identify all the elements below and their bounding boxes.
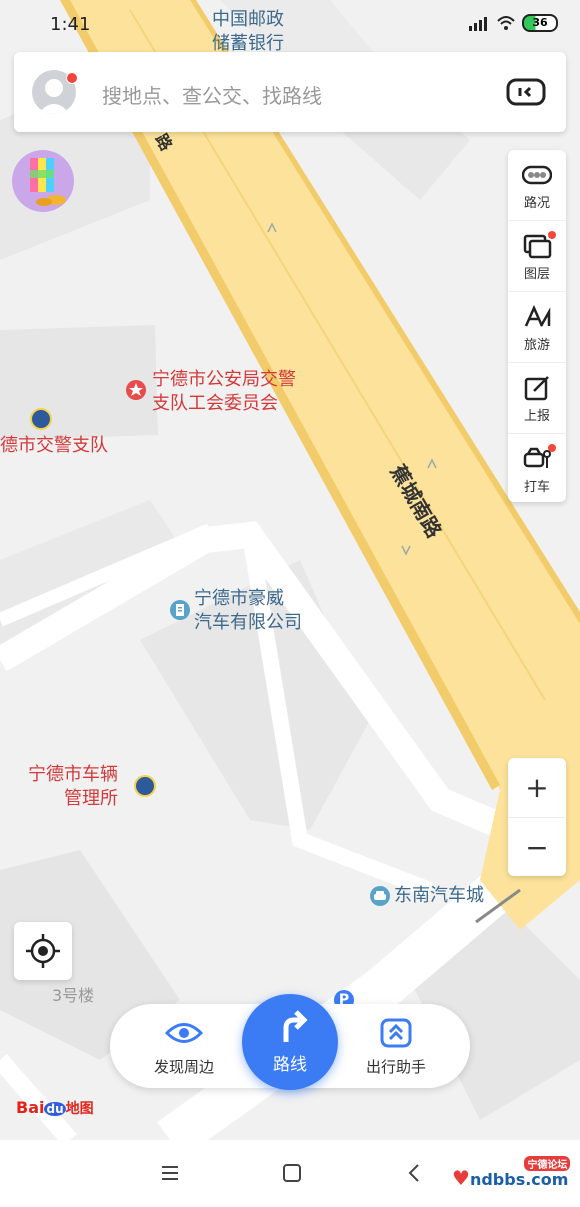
tool-label: 路况 (523, 196, 550, 211)
poi-southeast-auto-city[interactable]: 东南汽车城 (394, 884, 484, 908)
status-time: 1:41 (50, 14, 91, 35)
notification-dot (66, 72, 78, 84)
tool-taxi[interactable]: 打车 (508, 434, 566, 504)
promo-activity-icon[interactable] (12, 150, 74, 212)
police-badge-icon[interactable] (134, 775, 156, 797)
traffic-icon (522, 165, 552, 185)
discover-label: 发现周边 (153, 1058, 214, 1076)
tool-label: 上报 (523, 409, 550, 424)
tool-layers[interactable]: 图层 (508, 221, 566, 292)
poi-vehicle-management[interactable]: 宁德市车辆 管理所 (28, 763, 118, 811)
badge-dot (548, 231, 556, 239)
zoom-controls: + − (508, 758, 566, 876)
status-icons: 36 (468, 14, 558, 32)
baidu-map-logo: Bai du 地图 (16, 1098, 94, 1117)
route-arrow-icon (283, 1010, 308, 1042)
star-pin-icon[interactable] (126, 380, 146, 400)
search-input[interactable]: 搜地点、查公交、找路线 (102, 80, 322, 109)
tool-label: 图层 (523, 267, 550, 282)
zoom-out-button[interactable]: − (508, 818, 566, 877)
route-label: 路线 (273, 1055, 307, 1075)
tool-label: 旅游 (523, 338, 550, 353)
assistant-icon (380, 1018, 412, 1048)
car-icon[interactable] (370, 886, 390, 906)
eye-icon (164, 1023, 204, 1043)
report-icon (524, 376, 549, 401)
menu-icon[interactable] (158, 1160, 188, 1186)
poi-haowei-auto[interactable]: 宁德市豪威 汽车有限公司 (194, 587, 302, 635)
wifi-icon (497, 16, 515, 30)
travel-assistant-button[interactable]: 出行助手 (346, 1018, 446, 1077)
discover-nearby-button[interactable]: 发现周边 (134, 1018, 234, 1077)
police-badge-icon[interactable] (30, 408, 52, 430)
poi-traffic-union[interactable]: 宁德市公安局交警 支队工会委员会 (152, 368, 296, 416)
map-tools-panel: 路况 图层 旅游 上报 打车 (508, 150, 566, 502)
locate-me-button[interactable] (14, 922, 72, 980)
voice-assistant-icon[interactable] (506, 76, 546, 108)
tourism-icon (524, 304, 551, 327)
tool-report[interactable]: 上报 (508, 363, 566, 434)
assistant-label: 出行助手 (365, 1058, 426, 1076)
status-bar: 1:41 36 (0, 0, 580, 46)
poi-building-3[interactable]: 3号楼 (52, 984, 94, 1008)
badge-dot (548, 444, 556, 452)
heart-icon: ♥ (452, 1166, 470, 1190)
tool-traffic[interactable]: 路况 (508, 150, 566, 221)
search-bar[interactable]: 搜地点、查公交、找路线 (14, 52, 566, 132)
home-icon[interactable] (280, 1160, 310, 1186)
poi-traffic-police[interactable]: 德市交警支队 (0, 434, 108, 458)
route-button[interactable]: 路线 (242, 994, 338, 1090)
zoom-in-button[interactable]: + (508, 758, 566, 818)
office-building-icon[interactable] (170, 600, 190, 620)
battery-icon: 36 (522, 14, 558, 32)
tool-tourism[interactable]: 旅游 (508, 292, 566, 363)
crosshair-icon (26, 934, 60, 968)
tool-label: 打车 (523, 480, 550, 495)
map-canvas[interactable]: 蕉城南路 路 (0, 0, 580, 1140)
forum-watermark: ♥ndbbs.com 宁德论坛 (452, 1156, 571, 1190)
signal-icon (469, 17, 487, 31)
back-icon[interactable] (402, 1160, 432, 1186)
